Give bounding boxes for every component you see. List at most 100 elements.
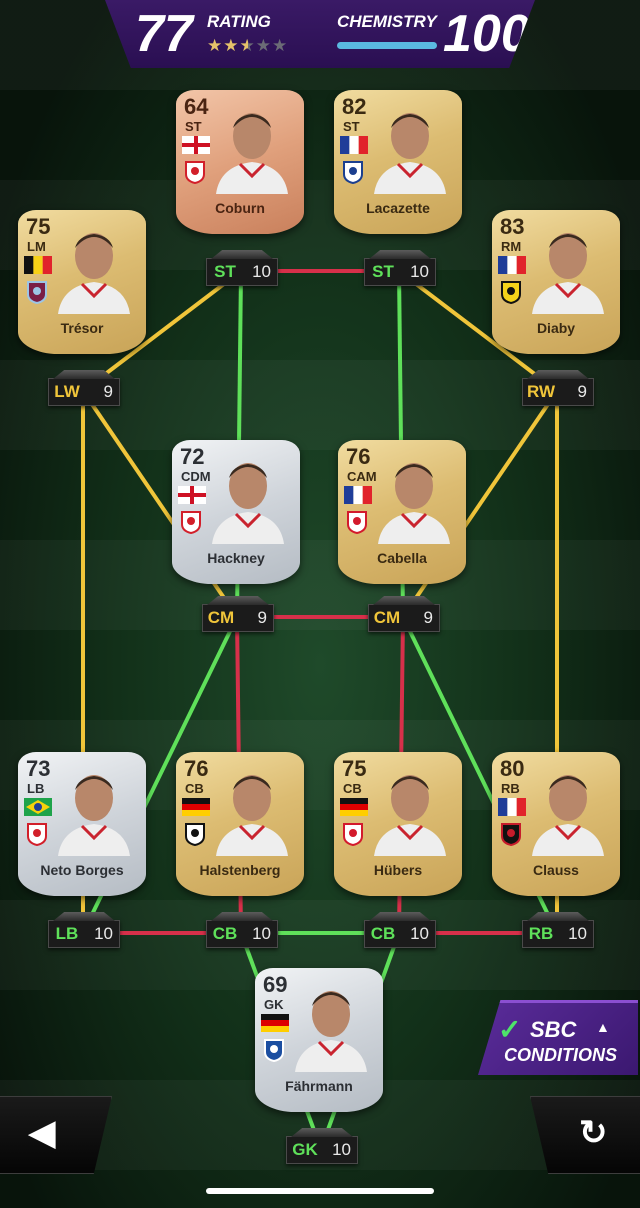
player-card-coburn[interactable]: 64 ST Coburn: [176, 90, 304, 234]
player-name: Clauss: [533, 862, 579, 878]
player-rating: 82: [342, 94, 367, 119]
player-photo: [210, 102, 294, 194]
nation-flag-icon: [182, 136, 210, 154]
player-name: Trésor: [60, 320, 104, 336]
player-photo: [368, 764, 452, 856]
slot-chemistry: 9: [577, 382, 587, 401]
slot-chemistry: 10: [252, 262, 271, 281]
player-rating: 83: [500, 214, 525, 239]
player-rating: 80: [500, 756, 525, 781]
player-rating: 76: [346, 444, 371, 469]
player-card-lacazette[interactable]: 82 ST Lacazette: [334, 90, 462, 234]
club-badge-icon: [500, 822, 522, 847]
reset-button[interactable]: ↻: [530, 1096, 640, 1174]
nation-flag-icon: [340, 798, 368, 816]
slot-position: ST: [372, 262, 394, 281]
player-rating: 64: [184, 94, 209, 119]
nation-flag-icon: [182, 798, 210, 816]
position-slot-fahrmann[interactable]: GK 10: [286, 1136, 358, 1164]
player-photo: [52, 222, 136, 314]
position-slot-netoborges[interactable]: LB 10: [48, 920, 120, 948]
star-icon: ★: [223, 36, 240, 55]
player-name: Hübers: [373, 862, 423, 878]
slot-chemistry: 10: [94, 924, 113, 943]
slot-position: RW: [526, 382, 555, 401]
player-card-fahrmann[interactable]: 69 GK Fährmann: [255, 968, 383, 1112]
squad-header: 77 RATING ★★★★★ CHEMISTRY 100: [105, 0, 535, 68]
slot-chemistry: 9: [257, 608, 267, 627]
player-card-cabella[interactable]: 76 CAM Cabella: [338, 440, 466, 584]
position-slot-lacazette[interactable]: ST 10: [364, 258, 436, 286]
player-rating: 75: [26, 214, 51, 239]
home-indicator: [206, 1188, 434, 1194]
chevron-up-icon: ▲: [596, 1019, 610, 1035]
player-name: Fährmann: [285, 1078, 353, 1094]
player-photo: [368, 102, 452, 194]
position-slot-coburn[interactable]: ST 10: [206, 258, 278, 286]
player-card-hackney[interactable]: 72 CDM Hackney: [172, 440, 300, 584]
nation-flag-icon: [498, 798, 526, 816]
star-icon: ★: [255, 36, 272, 55]
slot-chemistry: 9: [103, 382, 113, 401]
reset-icon: ↻: [579, 1114, 608, 1152]
club-badge-icon: [263, 1038, 285, 1063]
nation-flag-icon: [498, 256, 526, 274]
player-photo: [526, 222, 610, 314]
slot-position: GK: [292, 1140, 318, 1159]
club-badge-icon: [342, 160, 364, 185]
player-card-hubers[interactable]: 75 CB Hübers: [334, 752, 462, 896]
player-card-diaby[interactable]: 83 RM Diaby: [492, 210, 620, 354]
slot-position: CM: [207, 608, 235, 627]
star-icon: ★: [207, 36, 224, 55]
player-name: Cabella: [377, 550, 427, 566]
player-rating: 69: [263, 972, 288, 997]
slot-position: LW: [54, 382, 80, 401]
chemistry-label: CHEMISTRY: [337, 12, 437, 31]
player-position: LM: [27, 239, 46, 254]
player-card-netoborges[interactable]: 73 LB Neto Borges: [18, 752, 146, 896]
player-position: ST: [343, 119, 360, 134]
position-slot-cabella[interactable]: CM 9: [368, 604, 440, 632]
chemistry-bar: [337, 42, 437, 49]
player-card-clauss[interactable]: 80 RB Clauss: [492, 752, 620, 896]
player-position: ST: [185, 119, 202, 134]
position-slot-halstenberg[interactable]: CB 10: [206, 920, 278, 948]
sbc-label: SBC: [530, 1017, 577, 1042]
position-slot-diaby[interactable]: RW 9: [522, 378, 594, 406]
nation-flag-icon: [24, 798, 52, 816]
club-badge-icon: [26, 822, 48, 847]
player-position: CB: [343, 781, 362, 796]
player-card-halstenberg[interactable]: 76 CB Halstenberg: [176, 752, 304, 896]
player-rating: 76: [184, 756, 209, 781]
player-position: RM: [501, 239, 522, 254]
player-photo: [526, 764, 610, 856]
sbc-conditions-button[interactable]: ✓ SBC ▲ CONDITIONS: [478, 1000, 638, 1075]
club-badge-icon: [342, 822, 364, 847]
nation-flag-icon: [340, 136, 368, 154]
player-name: Neto Borges: [40, 862, 124, 878]
nation-flag-icon: [178, 486, 206, 504]
player-card-tresor[interactable]: 75 LM Trésor: [18, 210, 146, 354]
player-photo: [206, 452, 290, 544]
slot-chemistry: 9: [423, 608, 433, 627]
player-name: Coburn: [215, 200, 265, 216]
slot-chemistry: 10: [332, 1140, 351, 1159]
nation-flag-icon: [344, 486, 372, 504]
slot-position: CB: [370, 924, 396, 943]
position-slot-hackney[interactable]: CM 9: [202, 604, 274, 632]
club-badge-icon: [184, 160, 206, 185]
check-icon: ✓: [498, 1014, 522, 1045]
club-badge-icon: [346, 510, 368, 535]
back-button[interactable]: ◀: [0, 1096, 112, 1174]
position-slot-clauss[interactable]: RB 10: [522, 920, 594, 948]
position-slot-tresor[interactable]: LW 9: [48, 378, 120, 406]
nation-flag-icon: [24, 256, 52, 274]
player-rating: 72: [180, 444, 205, 469]
slot-position: ST: [214, 262, 236, 281]
back-arrow-icon: ◀: [29, 1114, 56, 1152]
position-slot-hubers[interactable]: CB 10: [364, 920, 436, 948]
club-badge-icon: [184, 822, 206, 847]
player-photo: [210, 764, 294, 856]
squad-rating-value: 77: [135, 5, 193, 63]
player-photo: [289, 980, 373, 1072]
